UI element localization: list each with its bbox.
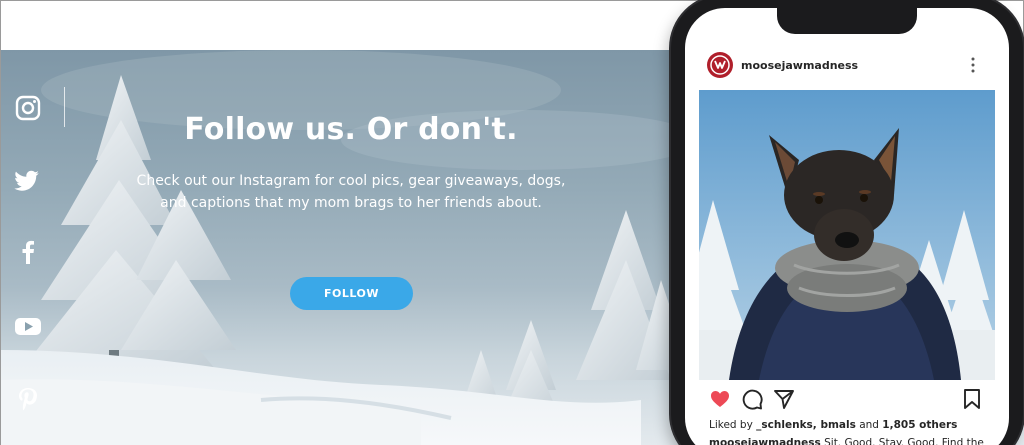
share-icon[interactable]: [773, 388, 795, 410]
heart-icon[interactable]: [709, 388, 731, 410]
twitter-icon[interactable]: [14, 166, 42, 194]
social-divider: [64, 87, 65, 127]
pinterest-icon[interactable]: [14, 385, 42, 413]
post-caption: moosejawmadness Sit. Good. Stay. Good. F…: [709, 437, 999, 445]
youtube-icon[interactable]: [14, 312, 42, 340]
dog-in-scarf-photo: [699, 90, 995, 380]
comment-icon[interactable]: [741, 388, 763, 410]
social-links: [1, 50, 65, 445]
bookmark-icon[interactable]: [961, 388, 983, 410]
facebook-icon[interactable]: [14, 238, 42, 266]
caption-text: Sit. Good. Stay. Good. Find the: [824, 437, 984, 445]
phone-mockup: moosejawmadness Liked by _schlenks, bmal…: [671, 0, 1023, 445]
instagram-post-header: moosejawmadness: [685, 46, 1009, 86]
likes-and: and: [859, 419, 879, 431]
likes-text: Liked by _schlenks, bmals and 1,805 othe…: [709, 419, 999, 431]
instagram-icon[interactable]: [14, 94, 42, 122]
hero-subtext: Check out our Instagram for cool pics, g…: [136, 173, 566, 211]
phone-screen: moosejawmadness Liked by _schlenks, bmal…: [685, 8, 1009, 445]
moosejaw-logo-icon: [710, 55, 730, 75]
phone-notch: [777, 8, 917, 34]
liked-users[interactable]: _schlenks, bmals: [756, 419, 856, 431]
post-username[interactable]: moosejawmadness: [741, 59, 858, 72]
more-options-icon[interactable]: [970, 56, 976, 74]
caption-username[interactable]: moosejawmadness: [709, 437, 821, 445]
likes-count[interactable]: 1,805 others: [882, 419, 957, 431]
post-image[interactable]: [699, 90, 995, 380]
post-actions-bar: [685, 388, 1009, 414]
likes-prefix: Liked by: [709, 419, 753, 431]
avatar[interactable]: [707, 52, 733, 78]
hero-headline: Follow us. Or don't.: [184, 112, 518, 147]
follow-button[interactable]: FOLLOW: [290, 277, 413, 310]
